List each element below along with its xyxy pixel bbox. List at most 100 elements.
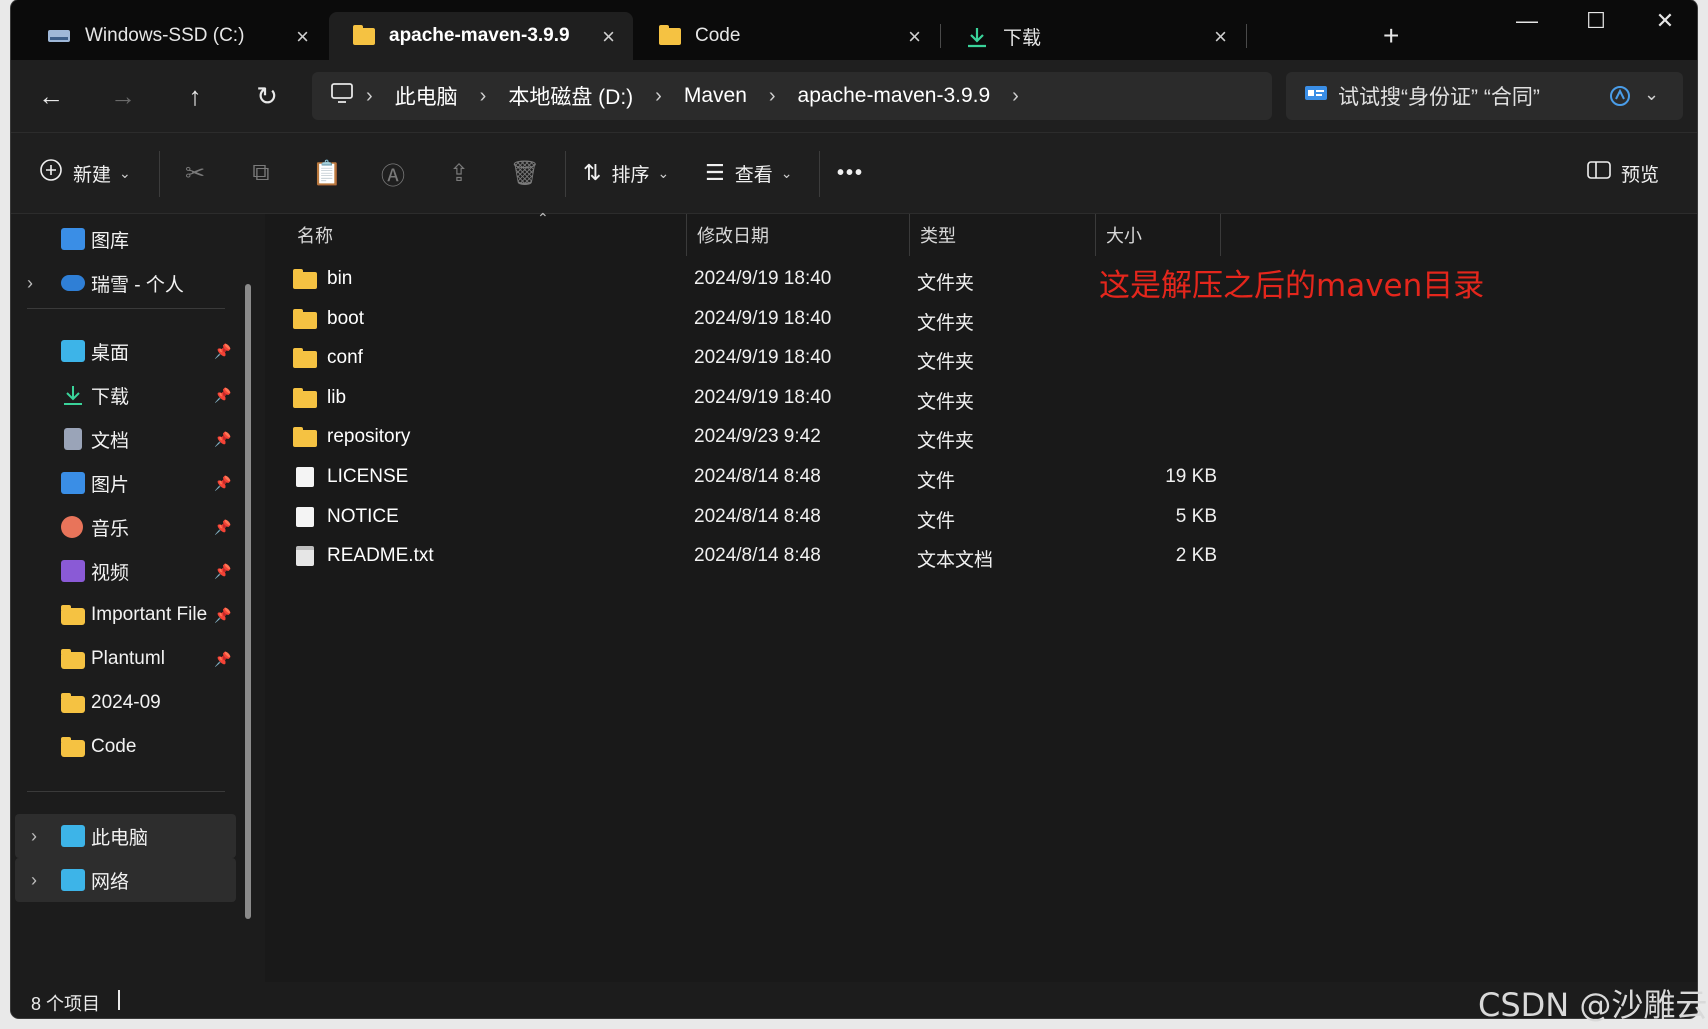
- sort-label: 排序: [611, 164, 650, 186]
- sidebar-item-label: 图库: [91, 230, 130, 252]
- refresh-button[interactable]: ↻: [247, 76, 287, 116]
- close-tab-icon[interactable]: ×: [908, 24, 921, 50]
- text-file-icon: [296, 546, 314, 567]
- delete-button[interactable]: 🗑: [503, 153, 547, 193]
- close-window-button[interactable]: ✕: [1645, 8, 1685, 34]
- file-name[interactable]: conf: [327, 347, 363, 369]
- sidebar-item-gallery[interactable]: 图库: [11, 217, 236, 261]
- file-row[interactable]: conf 2024/9/19 18:40 文件夹: [271, 338, 1471, 378]
- file-name[interactable]: README.txt: [327, 545, 434, 567]
- file-name[interactable]: lib: [327, 387, 346, 409]
- maximize-button[interactable]: ☐: [1576, 8, 1616, 34]
- copy-button[interactable]: ⧉: [239, 153, 283, 193]
- sidebar-item-videos[interactable]: 视频 📌: [11, 549, 236, 593]
- sidebar-item-downloads[interactable]: 下载 📌: [11, 373, 236, 417]
- breadcrumb-maven[interactable]: Maven: [684, 84, 747, 108]
- download-icon: [61, 384, 85, 406]
- file-name[interactable]: boot: [327, 308, 364, 330]
- file-row[interactable]: LICENSE 2024/8/14 8:48 文件 19 KB: [271, 457, 1471, 497]
- cut-button[interactable]: ✂: [173, 153, 217, 193]
- chevron-right-icon[interactable]: ›: [769, 85, 776, 108]
- breadcrumb-this-pc[interactable]: 此电脑: [395, 81, 458, 111]
- pin-icon[interactable]: 📌: [214, 519, 231, 536]
- column-header-name[interactable]: 名称 ⌃: [287, 210, 687, 256]
- scissors-icon: ✂: [184, 159, 206, 187]
- file-name[interactable]: NOTICE: [327, 506, 399, 528]
- more-options-button[interactable]: •••: [837, 153, 864, 193]
- breadcrumb-apache-maven[interactable]: apache-maven-3.9.9: [798, 84, 991, 108]
- column-header-type[interactable]: 类型: [910, 214, 1095, 256]
- pin-icon[interactable]: 📌: [214, 475, 231, 492]
- file-type: 文件夹: [917, 431, 975, 453]
- breadcrumb-local-disk[interactable]: 本地磁盘 (D:): [508, 81, 633, 111]
- sidebar-item-music[interactable]: 音乐 📌: [11, 505, 236, 549]
- sidebar-divider: [27, 791, 225, 792]
- chevron-right-icon[interactable]: ›: [31, 826, 37, 847]
- paste-button[interactable]: 📋: [305, 153, 349, 193]
- tab-downloads[interactable]: 下载 ×: [941, 12, 1245, 60]
- sidebar-item-this-pc[interactable]: › 此电脑: [15, 814, 236, 858]
- sidebar-item-important-file[interactable]: Important File 📌: [11, 593, 236, 637]
- sidebar-item-pictures[interactable]: 图片 📌: [11, 461, 236, 505]
- preview-button[interactable]: 预览: [1587, 153, 1659, 193]
- chevron-down-icon[interactable]: ⌄: [1644, 84, 1659, 105]
- forward-button[interactable]: →: [103, 76, 143, 116]
- tab-windows-ssd[interactable]: Windows-SSD (C:) ×: [23, 12, 327, 60]
- back-button[interactable]: ←: [31, 76, 71, 116]
- folder-icon: [293, 427, 317, 448]
- sidebar-scrollbar[interactable]: [245, 284, 251, 919]
- pin-icon[interactable]: 📌: [214, 607, 231, 624]
- sort-button[interactable]: ⇅ 排序 ⌄: [583, 153, 669, 193]
- file-row[interactable]: README.txt 2024/8/14 8:48 文本文档 2 KB: [271, 536, 1471, 576]
- file-row[interactable]: NOTICE 2024/8/14 8:48 文件 5 KB: [271, 497, 1471, 537]
- pin-icon[interactable]: 📌: [214, 563, 231, 580]
- new-tab-button[interactable]: +: [1383, 20, 1399, 52]
- view-button[interactable]: ☰ 查看 ⌄: [705, 153, 792, 193]
- search-assistant-icon[interactable]: [1608, 84, 1632, 114]
- search-box[interactable]: 试试搜“身份证” “合同” ⌄: [1286, 72, 1683, 120]
- sidebar-item-documents[interactable]: 文档 📌: [11, 417, 236, 461]
- chevron-right-icon[interactable]: ›: [655, 85, 662, 108]
- chevron-right-icon[interactable]: ›: [366, 85, 373, 108]
- close-tab-icon[interactable]: ×: [296, 24, 309, 50]
- column-header-size[interactable]: 大小: [1096, 214, 1220, 256]
- pin-icon[interactable]: 📌: [214, 431, 231, 448]
- file-type: 文件: [917, 510, 956, 532]
- close-tab-icon[interactable]: ×: [602, 24, 615, 50]
- pin-icon[interactable]: 📌: [214, 387, 231, 404]
- sidebar-item-desktop[interactable]: 桌面 📌: [11, 329, 236, 373]
- file-name[interactable]: repository: [327, 426, 410, 448]
- file-name[interactable]: bin: [327, 268, 352, 290]
- file-row[interactable]: repository 2024/9/23 9:42 文件夹: [271, 417, 1471, 457]
- chevron-right-icon[interactable]: ›: [31, 870, 37, 891]
- chevron-right-icon[interactable]: ›: [27, 273, 33, 294]
- tab-apache-maven[interactable]: apache-maven-3.9.9 ×: [329, 12, 633, 60]
- pin-icon[interactable]: 📌: [214, 651, 231, 668]
- folder-icon: [61, 649, 85, 669]
- column-label: 大小: [1106, 226, 1142, 246]
- sidebar-item-onedrive[interactable]: › 瑞雪 - 个人: [11, 261, 236, 305]
- chevron-right-icon[interactable]: ›: [1012, 85, 1019, 108]
- sidebar-item-plantuml[interactable]: Plantuml 📌: [11, 637, 236, 681]
- sidebar-item-2024-09[interactable]: 2024-09: [11, 681, 236, 725]
- close-tab-icon[interactable]: ×: [1214, 24, 1227, 50]
- file-date: 2024/8/14 8:48: [694, 505, 821, 527]
- rename-button[interactable]: Ⓐ: [371, 153, 415, 193]
- sidebar-item-code[interactable]: Code: [11, 725, 236, 769]
- watermark: CSDN @沙雕云: [1478, 986, 1708, 1024]
- sidebar-item-network[interactable]: › 网络: [15, 858, 236, 902]
- pin-icon[interactable]: 📌: [214, 343, 231, 360]
- file-row[interactable]: lib 2024/9/19 18:40 文件夹: [271, 378, 1471, 418]
- address-bar[interactable]: › 此电脑 › 本地磁盘 (D:) › Maven › apache-maven…: [312, 72, 1272, 120]
- minimize-button[interactable]: —: [1507, 8, 1547, 34]
- file-name[interactable]: LICENSE: [327, 466, 408, 488]
- tab-code[interactable]: Code ×: [635, 12, 939, 60]
- chevron-right-icon[interactable]: ›: [480, 85, 487, 108]
- up-button[interactable]: ↑: [175, 76, 215, 116]
- share-button[interactable]: ⇪: [437, 153, 481, 193]
- item-count: 8 个项目: [31, 994, 101, 1014]
- sidebar-item-label: 瑞雪 - 个人: [91, 274, 184, 296]
- column-separator[interactable]: [1220, 214, 1221, 256]
- column-header-date[interactable]: 修改日期: [687, 214, 909, 256]
- new-button[interactable]: 新建 ⌄: [39, 153, 131, 193]
